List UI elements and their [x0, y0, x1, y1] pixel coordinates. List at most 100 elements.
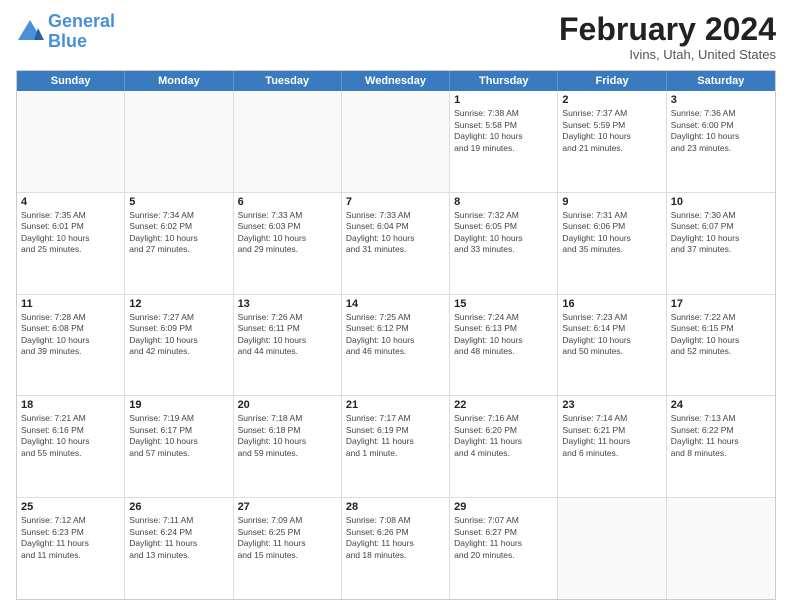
- day-number: 3: [671, 94, 771, 106]
- day-info: Sunrise: 7:37 AM Sunset: 5:59 PM Dayligh…: [562, 108, 661, 154]
- logo-icon: [16, 18, 44, 46]
- day-number: 8: [454, 196, 553, 208]
- day-cell-27: 27 Sunrise: 7:09 AM Sunset: 6:25 PM Dayli…: [234, 498, 342, 599]
- day-number: 9: [562, 196, 661, 208]
- day-info: Sunrise: 7:33 AM Sunset: 6:03 PM Dayligh…: [238, 210, 337, 256]
- day-number: 26: [129, 501, 228, 513]
- day-number: 29: [454, 501, 553, 513]
- day-number: 27: [238, 501, 337, 513]
- day-cell-12: 12 Sunrise: 7:27 AM Sunset: 6:09 PM Dayli…: [125, 295, 233, 396]
- day-info: Sunrise: 7:33 AM Sunset: 6:04 PM Dayligh…: [346, 210, 445, 256]
- empty-cell-4-6: [667, 498, 775, 599]
- empty-cell-4-5: [558, 498, 666, 599]
- day-info: Sunrise: 7:18 AM Sunset: 6:18 PM Dayligh…: [238, 413, 337, 459]
- day-number: 23: [562, 399, 661, 411]
- day-number: 19: [129, 399, 228, 411]
- location: Ivins, Utah, United States: [559, 47, 776, 62]
- logo-line2: Blue: [48, 31, 87, 51]
- logo-text: General Blue: [48, 12, 115, 52]
- day-cell-13: 13 Sunrise: 7:26 AM Sunset: 6:11 PM Dayli…: [234, 295, 342, 396]
- day-cell-2: 2 Sunrise: 7:37 AM Sunset: 5:59 PM Daylig…: [558, 91, 666, 192]
- day-info: Sunrise: 7:32 AM Sunset: 6:05 PM Dayligh…: [454, 210, 553, 256]
- day-number: 18: [21, 399, 120, 411]
- day-cell-22: 22 Sunrise: 7:16 AM Sunset: 6:20 PM Dayli…: [450, 396, 558, 497]
- day-cell-14: 14 Sunrise: 7:25 AM Sunset: 6:12 PM Dayli…: [342, 295, 450, 396]
- day-cell-16: 16 Sunrise: 7:23 AM Sunset: 6:14 PM Dayli…: [558, 295, 666, 396]
- day-number: 22: [454, 399, 553, 411]
- day-number: 4: [21, 196, 120, 208]
- month-title: February 2024: [559, 12, 776, 47]
- day-cell-28: 28 Sunrise: 7:08 AM Sunset: 6:26 PM Dayli…: [342, 498, 450, 599]
- day-number: 12: [129, 298, 228, 310]
- day-cell-21: 21Sunrise: 7:17 AM Sunset: 6:19 PM Dayli…: [342, 396, 450, 497]
- day-info: Sunrise: 7:28 AM Sunset: 6:08 PM Dayligh…: [21, 312, 120, 358]
- day-number: 6: [238, 196, 337, 208]
- logo: General Blue: [16, 12, 115, 52]
- calendar-row-2: 11Sunrise: 7:28 AM Sunset: 6:08 PM Dayli…: [17, 294, 775, 396]
- weekday-header-monday: Monday: [125, 71, 233, 91]
- calendar: SundayMondayTuesdayWednesdayThursdayFrid…: [16, 70, 776, 600]
- day-info: Sunrise: 7:31 AM Sunset: 6:06 PM Dayligh…: [562, 210, 661, 256]
- day-info: Sunrise: 7:36 AM Sunset: 6:00 PM Dayligh…: [671, 108, 771, 154]
- day-number: 2: [562, 94, 661, 106]
- day-info: Sunrise: 7:38 AM Sunset: 5:58 PM Dayligh…: [454, 108, 553, 154]
- day-info: Sunrise: 7:16 AM Sunset: 6:20 PM Dayligh…: [454, 413, 553, 459]
- day-number: 5: [129, 196, 228, 208]
- day-cell-19: 19 Sunrise: 7:19 AM Sunset: 6:17 PM Dayli…: [125, 396, 233, 497]
- day-number: 16: [562, 298, 661, 310]
- day-info: Sunrise: 7:11 AM Sunset: 6:24 PM Dayligh…: [129, 515, 228, 561]
- day-info: Sunrise: 7:08 AM Sunset: 6:26 PM Dayligh…: [346, 515, 445, 561]
- weekday-header-saturday: Saturday: [667, 71, 775, 91]
- day-number: 28: [346, 501, 445, 513]
- day-info: Sunrise: 7:21 AM Sunset: 6:16 PM Dayligh…: [21, 413, 120, 459]
- day-cell-17: 17 Sunrise: 7:22 AM Sunset: 6:15 PM Dayli…: [667, 295, 775, 396]
- empty-cell-0-1: [125, 91, 233, 192]
- day-info: Sunrise: 7:26 AM Sunset: 6:11 PM Dayligh…: [238, 312, 337, 358]
- day-number: 17: [671, 298, 771, 310]
- logo-line1: General: [48, 11, 115, 31]
- day-number: 21: [346, 399, 445, 411]
- calendar-row-4: 25Sunrise: 7:12 AM Sunset: 6:23 PM Dayli…: [17, 497, 775, 599]
- day-cell-11: 11Sunrise: 7:28 AM Sunset: 6:08 PM Dayli…: [17, 295, 125, 396]
- day-info: Sunrise: 7:35 AM Sunset: 6:01 PM Dayligh…: [21, 210, 120, 256]
- calendar-row-3: 18 Sunrise: 7:21 AM Sunset: 6:16 PM Dayli…: [17, 395, 775, 497]
- day-cell-26: 26 Sunrise: 7:11 AM Sunset: 6:24 PM Dayli…: [125, 498, 233, 599]
- title-block: February 2024 Ivins, Utah, United States: [559, 12, 776, 62]
- weekday-header-wednesday: Wednesday: [342, 71, 450, 91]
- day-cell-29: 29 Sunrise: 7:07 AM Sunset: 6:27 PM Dayli…: [450, 498, 558, 599]
- page: General Blue February 2024 Ivins, Utah, …: [0, 0, 792, 612]
- day-number: 15: [454, 298, 553, 310]
- day-number: 24: [671, 399, 771, 411]
- empty-cell-0-0: [17, 91, 125, 192]
- day-cell-10: 10Sunrise: 7:30 AM Sunset: 6:07 PM Dayli…: [667, 193, 775, 294]
- day-info: Sunrise: 7:24 AM Sunset: 6:13 PM Dayligh…: [454, 312, 553, 358]
- day-cell-1: 1 Sunrise: 7:38 AM Sunset: 5:58 PM Daylig…: [450, 91, 558, 192]
- day-info: Sunrise: 7:09 AM Sunset: 6:25 PM Dayligh…: [238, 515, 337, 561]
- day-info: Sunrise: 7:25 AM Sunset: 6:12 PM Dayligh…: [346, 312, 445, 358]
- day-number: 13: [238, 298, 337, 310]
- calendar-header: SundayMondayTuesdayWednesdayThursdayFrid…: [17, 71, 775, 91]
- day-cell-8: 8 Sunrise: 7:32 AM Sunset: 6:05 PM Daylig…: [450, 193, 558, 294]
- day-info: Sunrise: 7:13 AM Sunset: 6:22 PM Dayligh…: [671, 413, 771, 459]
- day-info: Sunrise: 7:22 AM Sunset: 6:15 PM Dayligh…: [671, 312, 771, 358]
- day-cell-15: 15 Sunrise: 7:24 AM Sunset: 6:13 PM Dayli…: [450, 295, 558, 396]
- day-cell-18: 18 Sunrise: 7:21 AM Sunset: 6:16 PM Dayli…: [17, 396, 125, 497]
- day-cell-24: 24 Sunrise: 7:13 AM Sunset: 6:22 PM Dayli…: [667, 396, 775, 497]
- calendar-body: 1 Sunrise: 7:38 AM Sunset: 5:58 PM Daylig…: [17, 91, 775, 599]
- day-info: Sunrise: 7:23 AM Sunset: 6:14 PM Dayligh…: [562, 312, 661, 358]
- day-cell-6: 6 Sunrise: 7:33 AM Sunset: 6:03 PM Daylig…: [234, 193, 342, 294]
- day-cell-4: 4 Sunrise: 7:35 AM Sunset: 6:01 PM Daylig…: [17, 193, 125, 294]
- day-number: 20: [238, 399, 337, 411]
- day-cell-20: 20 Sunrise: 7:18 AM Sunset: 6:18 PM Dayli…: [234, 396, 342, 497]
- day-cell-3: 3 Sunrise: 7:36 AM Sunset: 6:00 PM Daylig…: [667, 91, 775, 192]
- day-number: 14: [346, 298, 445, 310]
- day-info: Sunrise: 7:07 AM Sunset: 6:27 PM Dayligh…: [454, 515, 553, 561]
- header: General Blue February 2024 Ivins, Utah, …: [16, 12, 776, 62]
- day-info: Sunrise: 7:30 AM Sunset: 6:07 PM Dayligh…: [671, 210, 771, 256]
- weekday-header-sunday: Sunday: [17, 71, 125, 91]
- day-info: Sunrise: 7:19 AM Sunset: 6:17 PM Dayligh…: [129, 413, 228, 459]
- day-cell-9: 9 Sunrise: 7:31 AM Sunset: 6:06 PM Daylig…: [558, 193, 666, 294]
- day-number: 1: [454, 94, 553, 106]
- calendar-row-0: 1 Sunrise: 7:38 AM Sunset: 5:58 PM Daylig…: [17, 91, 775, 192]
- day-info: Sunrise: 7:27 AM Sunset: 6:09 PM Dayligh…: [129, 312, 228, 358]
